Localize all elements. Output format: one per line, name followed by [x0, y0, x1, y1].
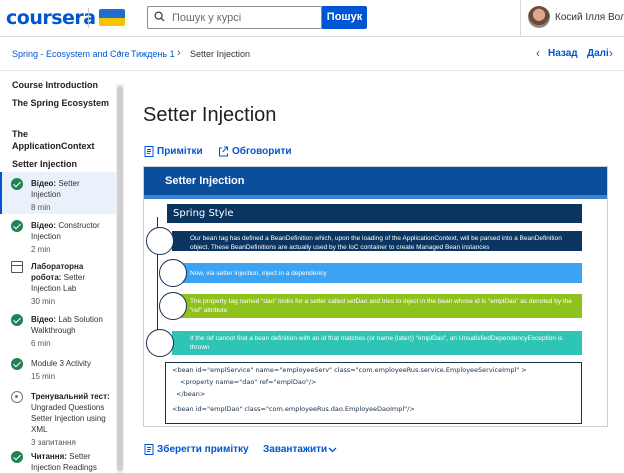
timeline-circle: [159, 292, 187, 320]
page-title: Setter Injection: [143, 104, 277, 126]
header-divider: [520, 0, 521, 37]
completed-check-icon: [11, 220, 23, 232]
breadcrumb: Spring - Ecosystem and Core › Тиждень 1 …: [0, 37, 624, 71]
item-type: Відео:: [31, 315, 57, 324]
completed-check-icon: [11, 178, 23, 190]
timeline-circle: [159, 259, 187, 287]
user-name[interactable]: Косий Ілля Воло...: [555, 12, 624, 23]
code-line: </bean>: [176, 390, 206, 398]
back-link[interactable]: Назад: [548, 48, 578, 59]
completed-check-icon: [11, 358, 23, 370]
external-link-icon: [219, 146, 228, 157]
item-meta: 15 min: [31, 372, 56, 381]
active-indicator: [0, 172, 2, 214]
code-line: <bean id="emplService" name="employeeSer…: [172, 366, 527, 374]
item-meta: 30 min: [31, 297, 56, 306]
code-line: <property name="dao" ref="emplDao"/>: [180, 378, 317, 386]
quiz-icon: [11, 391, 23, 403]
breadcrumb-week[interactable]: Тиждень 1: [131, 49, 175, 59]
sidebar-item-setter-injection-lab[interactable]: Лабораторна робота: Setter Injection Lab…: [0, 255, 116, 307]
search-icon: [154, 11, 165, 22]
completed-check-icon: [11, 451, 23, 463]
section-spring-ecosystem[interactable]: The Spring Ecosystem: [12, 97, 112, 109]
completed-check-icon: [11, 314, 23, 326]
course-search-input[interactable]: Пошук у курсі: [147, 6, 322, 29]
item-type: Відео:: [31, 221, 57, 230]
timeline-circle: [146, 227, 174, 255]
code-line: <bean id="emplDao" class="com.employeeRu…: [172, 405, 415, 413]
slide-bullet: If the ref cannot find a bean definition…: [172, 331, 582, 355]
section-course-introduction[interactable]: Course Introduction: [12, 79, 112, 91]
item-meta: 6 min: [31, 339, 51, 348]
item-title: Ungraded Questions Setter Injection usin…: [31, 403, 106, 434]
sidebar-item-constructor-injection[interactable]: Відео: Constructor Injection 2 min: [0, 214, 116, 254]
slide-header-stripe: [144, 195, 607, 199]
item-type: Відео:: [31, 179, 57, 188]
slide-subtitle: Spring Style: [167, 204, 582, 223]
slide-header-title: Setter Injection: [165, 175, 245, 187]
slide-header: Setter Injection: [144, 167, 607, 195]
save-note-icon: [144, 444, 154, 455]
sidebar-item-lab-solution[interactable]: Відео: Lab Solution Walkthrough 6 min: [0, 308, 116, 350]
section-setter-injection[interactable]: Setter Injection: [12, 158, 112, 170]
sidebar-item-readings[interactable]: Читання: Setter Injection Readings: [0, 445, 116, 473]
next-link[interactable]: Далі: [587, 48, 609, 59]
slide-bullet: The property tag named “dao” looks for a…: [172, 294, 582, 318]
code-block: <bean id="emplService" name="employeeSer…: [165, 362, 582, 424]
item-meta: 2 min: [31, 245, 51, 254]
search-button[interactable]: Пошук: [322, 6, 367, 29]
item-type: Тренувальний тест:: [31, 392, 110, 401]
ukraine-flag-icon: [99, 9, 125, 26]
lab-window-icon: [11, 261, 23, 273]
video-slide[interactable]: Setter Injection Spring Style Our bean t…: [143, 166, 608, 427]
slide-bullet: Now, via setter injection, inject in a d…: [172, 263, 582, 283]
sidebar-item-module-activity[interactable]: Module 3 Activity 15 min: [0, 352, 116, 386]
course-sidebar: Course Introduction The Spring Ecosystem…: [0, 72, 124, 473]
sidebar-item-practice-quiz[interactable]: Тренувальний тест: Ungraded Questions Se…: [0, 385, 116, 447]
discuss-link[interactable]: Обговорити: [232, 146, 292, 157]
chevron-right-icon: ›: [177, 47, 181, 59]
sidebar-scroll-thumb[interactable]: [117, 86, 123, 471]
user-avatar[interactable]: [528, 6, 550, 28]
chevron-right-icon: ›: [118, 47, 122, 59]
download-button[interactable]: Завантажити: [263, 444, 327, 455]
logo-divider: [88, 8, 89, 28]
top-header: coursera Пошук у курсі Пошук Косий Ілля …: [0, 0, 624, 37]
sidebar-item-setter-injection-video[interactable]: Відео: Setter Injection 8 min: [0, 172, 116, 214]
notes-link[interactable]: Примітки: [157, 146, 203, 157]
breadcrumb-current: Setter Injection: [190, 49, 251, 59]
coursera-logo[interactable]: coursera: [6, 7, 96, 29]
save-note-button[interactable]: Зберегти примітку: [157, 444, 249, 455]
timeline-circle: [146, 329, 174, 357]
item-title: Module 3 Activity: [31, 359, 92, 368]
section-applicationcontext[interactable]: The ApplicationContext: [12, 128, 112, 152]
item-meta: 8 min: [31, 203, 51, 212]
chevron-right-icon: ›: [609, 46, 613, 60]
chevron-down-icon: [328, 447, 337, 453]
item-type: Читання:: [31, 452, 67, 461]
chevron-left-icon: ‹: [536, 46, 540, 60]
notes-icon: [144, 146, 154, 157]
breadcrumb-course[interactable]: Spring - Ecosystem and Core: [12, 49, 130, 59]
slide-bullet: Our bean tag has defined a BeanDefinitio…: [172, 231, 582, 251]
